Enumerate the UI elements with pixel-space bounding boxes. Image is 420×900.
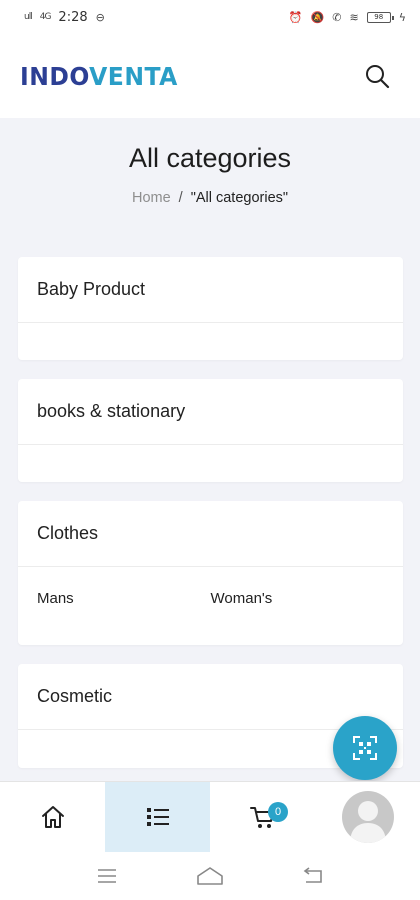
back-icon — [303, 867, 323, 883]
nav-home[interactable] — [0, 782, 105, 852]
breadcrumb: Home / "All categories" — [0, 190, 420, 206]
sync-icon: ⊖ — [95, 10, 105, 24]
breadcrumb-separator: / — [178, 190, 183, 206]
app-header: INDOVENTA — [0, 34, 420, 118]
recents-button[interactable] — [92, 861, 122, 891]
list-icon — [146, 808, 169, 826]
logo-text-venta: VENTA — [89, 61, 178, 91]
qr-scan-icon — [353, 736, 377, 760]
wifi-icon: ≋ — [349, 10, 359, 24]
status-bar: ull 4G 2:28 ⊖ ⏰ 🔕 ✆ ≋ 98 ϟ — [0, 0, 420, 34]
subcategory-link-womans[interactable]: Woman's — [211, 567, 385, 607]
call-icon: ✆ — [332, 10, 342, 24]
category-title[interactable]: books & stationary — [18, 379, 403, 445]
mute-icon: 🔕 — [310, 10, 325, 24]
breadcrumb-current: "All categories" — [190, 190, 289, 206]
category-title[interactable]: Cosmetic — [18, 664, 403, 730]
menu-icon — [97, 869, 116, 883]
avatar — [341, 791, 394, 843]
cart-count-badge: 0 — [268, 802, 288, 822]
category-card-clothes: Clothes Mans Woman's — [18, 501, 403, 645]
subcategory-list: Mans Woman's — [18, 567, 403, 607]
battery-icon: 98 — [366, 11, 394, 23]
subcategory-link-mans[interactable]: Mans — [37, 567, 211, 607]
alarm-icon: ⏰ — [288, 10, 303, 24]
battery-level: 98 — [374, 13, 384, 21]
status-time: 2:28 — [58, 9, 88, 25]
nav-account[interactable] — [315, 782, 420, 852]
system-home-button[interactable] — [195, 861, 225, 891]
logo-text-indo: INDO — [20, 61, 90, 91]
category-title[interactable]: Clothes — [18, 501, 403, 567]
home-outline-icon — [197, 867, 223, 885]
signal-icon: ull — [24, 12, 33, 22]
charging-icon: ϟ — [398, 10, 406, 24]
category-card-books-stationary: books & stationary — [18, 379, 403, 482]
system-nav-bar — [0, 852, 420, 900]
home-icon — [41, 806, 64, 828]
breadcrumb-home[interactable]: Home — [132, 190, 171, 206]
brand-logo[interactable]: INDOVENTA — [20, 62, 178, 91]
search-icon — [366, 65, 390, 89]
bottom-nav: 0 — [0, 781, 420, 852]
search-button[interactable] — [362, 61, 392, 91]
qr-scan-button[interactable] — [333, 716, 397, 780]
category-card-baby-product: Baby Product — [18, 257, 403, 360]
nav-cart[interactable]: 0 — [210, 782, 315, 852]
category-title[interactable]: Baby Product — [18, 257, 403, 323]
network-type: 4G — [39, 12, 52, 22]
back-button[interactable] — [298, 861, 328, 891]
avatar-icon — [349, 801, 386, 843]
nav-categories[interactable] — [105, 782, 210, 852]
page-title: All categories — [128, 143, 292, 173]
